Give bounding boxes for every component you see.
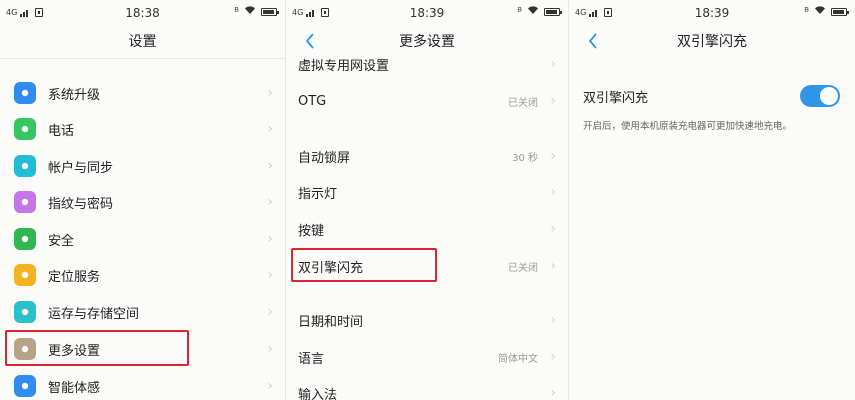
title-bar: 设置: [0, 28, 285, 54]
chevron-right-icon: ›: [550, 56, 556, 72]
chevron-right-icon: ›: [267, 378, 273, 394]
status-icons: ᴮ: [804, 5, 849, 18]
chevron-right-icon: ›: [550, 258, 556, 274]
settings-row[interactable]: 安全 ›: [0, 221, 285, 257]
more-settings-row-value: 简体中文: [498, 353, 538, 365]
mute-icon: ᴮ: [804, 5, 809, 18]
chevron-right-icon: ›: [267, 341, 273, 357]
wifi-icon: [814, 5, 826, 18]
dual-engine-charge-setting[interactable]: 双引擎闪充: [569, 80, 855, 112]
location-icon: [14, 264, 36, 286]
more-settings-row[interactable]: 虚拟专用网设置 ›: [286, 46, 568, 82]
chevron-right-icon: ›: [267, 267, 273, 283]
more-settings-row-label: 输入法: [298, 387, 338, 400]
wifi-icon: [244, 5, 256, 18]
more-settings-row-label: 指示灯: [298, 186, 338, 202]
more-settings-row-value: 已关闭: [508, 97, 538, 109]
chevron-right-icon: ›: [267, 121, 273, 137]
dual-engine-charge-screen: 4G 18:39 ᴮ 双引擎闪充 双引擎闪充 开启后，使用本机原装充电器可更加快…: [569, 0, 855, 400]
settings-row-label: 运存与存储空间: [48, 306, 140, 322]
setting-label: 双引擎闪充: [583, 91, 649, 106]
setting-description: 开启后，使用本机原装充电器可更加快速地充电。: [583, 121, 793, 132]
chevron-right-icon: ›: [550, 184, 556, 200]
more-settings-row[interactable]: 语言 简体中文 ›: [286, 339, 568, 375]
battery-icon: [544, 7, 562, 16]
storage-icon: [14, 301, 36, 323]
chevron-right-icon: ›: [267, 194, 273, 210]
settings-row[interactable]: 指纹与密码 ›: [0, 184, 285, 220]
settings-row[interactable]: 运存与存储空间 ›: [0, 294, 285, 330]
chevron-right-icon: ›: [267, 85, 273, 101]
chevron-right-icon: ›: [550, 385, 556, 400]
title-bar: 双引擎闪充: [569, 28, 855, 54]
more-settings-row[interactable]: 指示灯 ›: [286, 174, 568, 210]
system-update-icon: [14, 82, 36, 104]
more-settings-row[interactable]: OTG 已关闭 ›: [286, 83, 568, 119]
more-settings-row[interactable]: 输入法 ›: [286, 375, 568, 400]
settings-row[interactable]: 定位服务 ›: [0, 257, 285, 293]
chevron-right-icon: ›: [267, 304, 273, 320]
settings-row-label: 定位服务: [48, 269, 101, 285]
battery-icon: [261, 7, 279, 16]
chevron-right-icon: ›: [267, 231, 273, 247]
page-title: 设置: [128, 34, 157, 50]
settings-row[interactable]: 电话 ›: [0, 111, 285, 147]
status-icons: ᴮ: [234, 5, 279, 18]
chevron-right-icon: ›: [267, 158, 273, 174]
phone-icon: [14, 118, 36, 140]
more-settings-row[interactable]: 日期和时间 ›: [286, 302, 568, 338]
more-settings-row-label: 语言: [298, 351, 325, 367]
gesture-icon: [14, 375, 36, 397]
status-bar: 4G 18:39 ᴮ: [569, 0, 855, 28]
settings-row[interactable]: 智能体感 ›: [0, 368, 285, 400]
more-settings-row-label: 虚拟专用网设置: [298, 58, 390, 74]
settings-row-label: 智能体感: [48, 380, 101, 396]
more-settings-row-value: 30 秒: [512, 152, 538, 164]
settings-row[interactable]: 系统升级 ›: [0, 75, 285, 111]
more-settings-row-label: 日期和时间: [298, 314, 364, 330]
dual-engine-charge-toggle[interactable]: [800, 85, 840, 107]
chevron-right-icon: ›: [550, 93, 556, 109]
mute-icon: ᴮ: [234, 5, 239, 18]
highlight-box: [291, 248, 437, 282]
cloud-sync-icon: [14, 155, 36, 177]
battery-icon: [831, 7, 849, 16]
more-settings-row[interactable]: 按键 ›: [286, 211, 568, 247]
more-settings-row-label: OTG: [298, 93, 327, 109]
settings-row-label: 电话: [48, 123, 75, 139]
settings-row-label: 指纹与密码: [48, 196, 114, 212]
header-divider: [0, 58, 285, 59]
chevron-right-icon: ›: [550, 221, 556, 237]
settings-row-label: 帐户与同步: [48, 160, 114, 176]
settings-row-label: 系统升级: [48, 87, 101, 103]
highlight-box: [5, 330, 189, 366]
status-bar: 4G 18:38 ᴮ: [0, 0, 285, 28]
chevron-right-icon: ›: [550, 349, 556, 365]
settings-row[interactable]: 帐户与同步 ›: [0, 148, 285, 184]
more-settings-row-label: 按键: [298, 223, 325, 239]
more-settings-row[interactable]: 自动锁屏 30 秒 ›: [286, 138, 568, 174]
mute-icon: ᴮ: [517, 5, 522, 18]
more-settings-row-label: 自动锁屏: [298, 150, 351, 166]
settings-screen: 4G 18:38 ᴮ 设置 系统升级 › 电话 › 帐户与同步 › 指纹与密码 › 安全 › 定位服…: [0, 0, 285, 400]
status-icons: ᴮ: [517, 5, 562, 18]
toggle-knob: [820, 87, 838, 105]
wifi-icon: [527, 5, 539, 18]
fingerprint-icon: [14, 191, 36, 213]
settings-row-label: 安全: [48, 233, 75, 249]
page-title: 双引擎闪充: [677, 34, 747, 50]
shield-icon: [14, 228, 36, 250]
status-bar: 4G 18:39 ᴮ: [286, 0, 568, 28]
chevron-right-icon: ›: [550, 148, 556, 164]
more-settings-screen: 4G 18:39 ᴮ 更多设置 虚拟专用网设置 › OTG 已关闭 › 自动锁屏 30 秒 ›…: [286, 0, 568, 400]
more-settings-row-value: 已关闭: [508, 262, 538, 274]
chevron-right-icon: ›: [550, 312, 556, 328]
